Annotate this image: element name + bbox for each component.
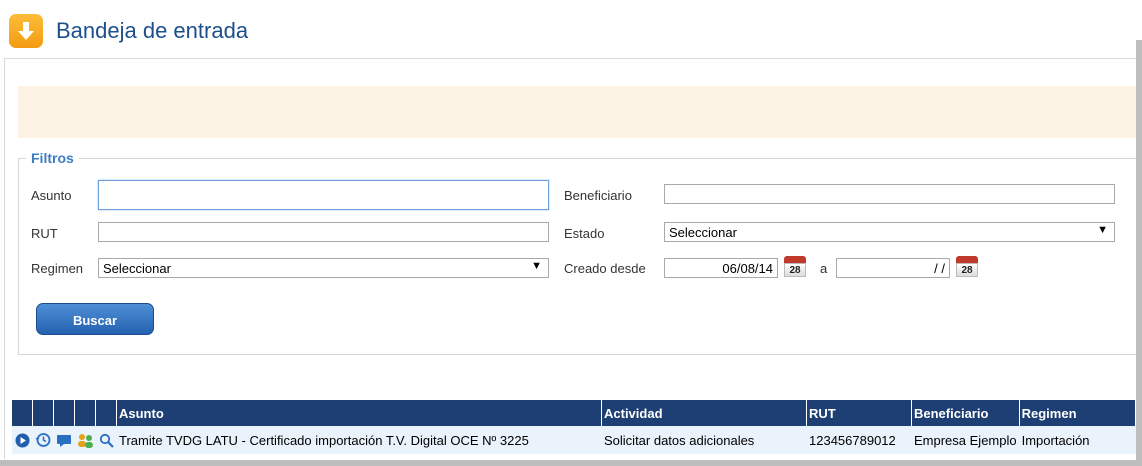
row-action-cell bbox=[95, 426, 117, 454]
column-header-asunto[interactable]: Asunto bbox=[116, 400, 602, 426]
dropdown-caret-icon: ▼ bbox=[531, 260, 542, 272]
regimen-selected-value: Seleccionar bbox=[103, 261, 171, 276]
window-shadow bbox=[1136, 40, 1142, 466]
row-action-cell bbox=[53, 426, 75, 454]
page-title: Bandeja de entrada bbox=[56, 18, 249, 43]
results-table: Asunto Actividad RUT Beneficiario Regime… bbox=[12, 400, 1137, 454]
page-header: Bandeja de entrada bbox=[9, 14, 248, 48]
date-from-input[interactable] bbox=[664, 258, 778, 278]
header-icon-column bbox=[95, 400, 117, 426]
cell-asunto: Tramite TVDG LATU - Certificado importac… bbox=[116, 426, 602, 454]
inbox-download-icon bbox=[9, 14, 43, 48]
estado-select[interactable]: Seleccionar ▼ bbox=[664, 222, 1115, 242]
header-icon-column bbox=[12, 400, 33, 426]
estado-label: Estado bbox=[564, 226, 605, 241]
rut-label: RUT bbox=[31, 226, 58, 241]
rut-input[interactable] bbox=[98, 222, 549, 242]
estado-selected-value: Seleccionar bbox=[669, 225, 737, 240]
asunto-label: Asunto bbox=[31, 188, 72, 203]
search-button[interactable]: Buscar bbox=[36, 303, 154, 335]
cell-regimen: Importación bbox=[1019, 426, 1137, 454]
history-icon[interactable] bbox=[35, 432, 51, 448]
table-header-row: Asunto Actividad RUT Beneficiario Regime… bbox=[12, 400, 1137, 426]
cell-rut: 123456789012 bbox=[806, 426, 912, 454]
calendar-icon[interactable]: 28 bbox=[956, 256, 978, 277]
row-action-cell bbox=[12, 426, 33, 454]
cell-actividad: Solicitar datos adicionales bbox=[601, 426, 807, 454]
filters-legend: Filtros bbox=[26, 150, 79, 166]
play-icon[interactable] bbox=[15, 433, 30, 448]
message-area bbox=[18, 86, 1136, 138]
header-icon-column bbox=[32, 400, 54, 426]
column-header-rut[interactable]: RUT bbox=[806, 400, 912, 426]
dropdown-caret-icon: ▼ bbox=[1097, 224, 1108, 236]
cell-beneficiario: Empresa Ejemplo bbox=[911, 426, 1020, 454]
users-icon[interactable] bbox=[77, 433, 94, 449]
table-row[interactable]: Tramite TVDG LATU - Certificado importac… bbox=[12, 426, 1137, 454]
beneficiario-label: Beneficiario bbox=[564, 188, 632, 203]
creado-desde-label: Creado desde bbox=[564, 261, 646, 276]
calendar-icon[interactable]: 28 bbox=[784, 256, 806, 277]
column-header-actividad[interactable]: Actividad bbox=[601, 400, 807, 426]
calendar-day: 28 bbox=[956, 263, 978, 277]
beneficiario-input[interactable] bbox=[664, 184, 1115, 204]
column-header-regimen[interactable]: Regimen bbox=[1019, 400, 1137, 426]
asunto-input[interactable] bbox=[98, 180, 549, 210]
calendar-day: 28 bbox=[784, 263, 806, 277]
header-icon-column bbox=[74, 400, 96, 426]
comment-icon[interactable] bbox=[56, 433, 72, 448]
regimen-select[interactable]: Seleccionar ▼ bbox=[98, 258, 549, 278]
date-to-input[interactable] bbox=[836, 258, 950, 278]
column-header-beneficiario[interactable]: Beneficiario bbox=[911, 400, 1020, 426]
search-icon[interactable] bbox=[99, 433, 114, 448]
window-shadow bbox=[0, 460, 1142, 466]
row-action-cell bbox=[32, 426, 54, 454]
row-action-cell bbox=[74, 426, 96, 454]
date-range-separator: a bbox=[820, 261, 828, 276]
header-icon-column bbox=[53, 400, 75, 426]
regimen-label: Regimen bbox=[31, 261, 84, 276]
